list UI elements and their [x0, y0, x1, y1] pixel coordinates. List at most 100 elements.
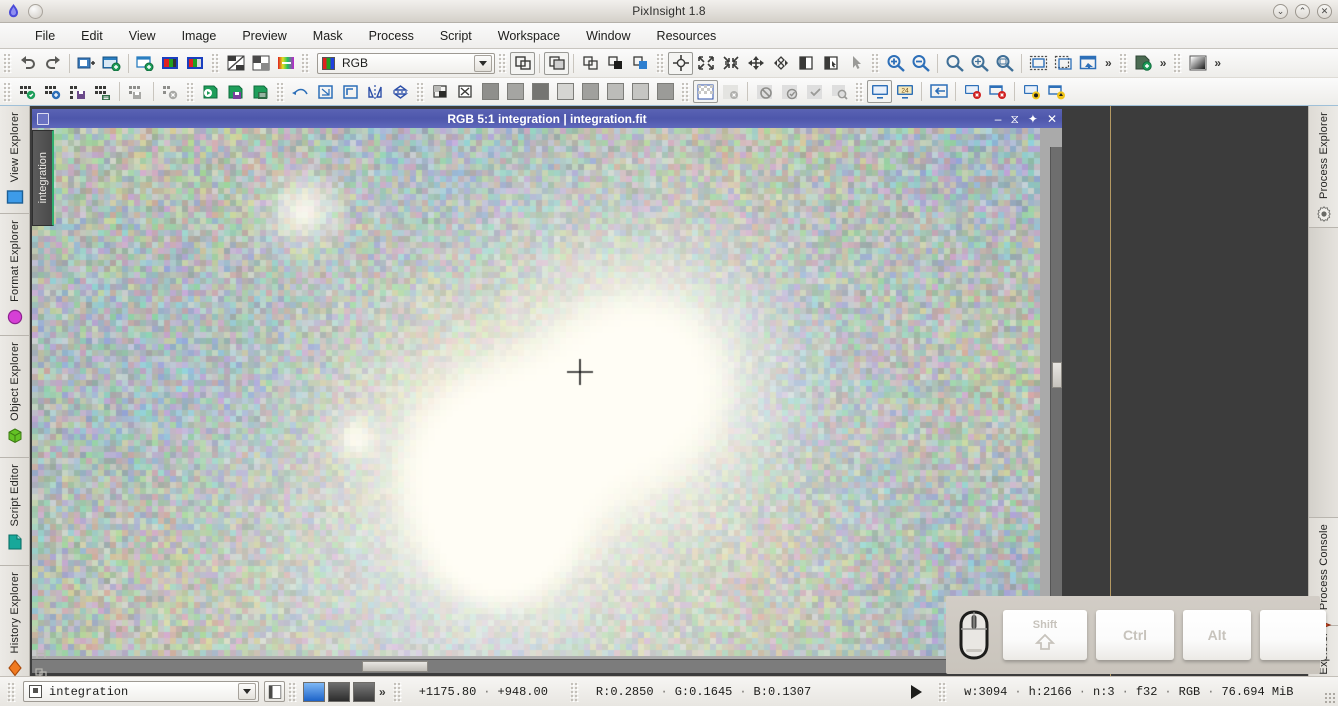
screen-24bit-icon[interactable]: 24 — [892, 80, 917, 103]
open-image-icon[interactable] — [99, 52, 124, 75]
color-space-dropdown[interactable]: RGB — [317, 52, 495, 74]
image-window-titlebar[interactable]: RGB 5:1 integration | integration.fit – … — [32, 109, 1062, 128]
move-target-icon[interactable] — [668, 51, 693, 75]
transparency-disable-icon[interactable] — [752, 80, 777, 103]
sidebar-item-format-explorer[interactable]: Format Explorer — [0, 214, 30, 336]
process-save-alt-icon[interactable] — [124, 80, 149, 103]
toolbar-grip[interactable] — [3, 53, 12, 73]
crop-resize-icon[interactable] — [313, 80, 338, 103]
menu-file[interactable]: File — [22, 26, 68, 46]
toolbar-overflow-1[interactable]: » — [1101, 56, 1116, 70]
minimize-button[interactable]: ⌄ — [1273, 3, 1288, 19]
color-palette-icon[interactable] — [273, 52, 298, 75]
astro-image-canvas[interactable] — [32, 128, 1040, 656]
play-icon[interactable] — [911, 684, 923, 699]
statusbar-grip[interactable] — [288, 681, 297, 702]
toolbar-grip[interactable] — [1118, 53, 1128, 73]
toolbar-overflow-2[interactable]: » — [1156, 56, 1171, 70]
rgb-channels-icon[interactable] — [158, 52, 183, 75]
window-shade-button[interactable]: ⧖ — [1010, 113, 1018, 125]
mask-remove-icon[interactable] — [453, 80, 478, 103]
readout-swatch-dark-2[interactable] — [353, 681, 375, 702]
statusbar-grip[interactable] — [392, 681, 402, 702]
gradient-swatch-icon[interactable] — [1185, 52, 1210, 75]
preview-toggle-button[interactable] — [264, 681, 285, 702]
transparency-apply-icon[interactable] — [777, 80, 802, 103]
close-button[interactable]: ✕ — [1317, 3, 1332, 19]
toolbar-grip[interactable] — [186, 81, 195, 102]
menu-edit[interactable]: Edit — [68, 26, 116, 46]
mirror-vertical-icon[interactable] — [388, 80, 413, 103]
screen-link-icon[interactable] — [1019, 80, 1044, 103]
toolbar-grip[interactable] — [211, 53, 220, 73]
chevron-down-icon[interactable] — [474, 54, 492, 72]
screen-reset-icon[interactable] — [960, 80, 985, 103]
half-shade-icon[interactable] — [793, 52, 818, 75]
mask-gray-3[interactable] — [528, 80, 553, 103]
rotate-flip-icon[interactable] — [288, 80, 313, 103]
toolbar-grip[interactable] — [1173, 53, 1183, 73]
menu-resources[interactable]: Resources — [644, 26, 730, 46]
zoom-fit-window-icon[interactable] — [992, 52, 1017, 75]
process-save-icon[interactable] — [65, 80, 90, 103]
maximize-button[interactable]: ⌃ — [1295, 3, 1310, 19]
menu-workspace[interactable]: Workspace — [485, 26, 573, 46]
window-resize-icon[interactable] — [1076, 52, 1101, 75]
window-maximize-button[interactable]: ✦ — [1028, 113, 1038, 125]
mask-gray-6[interactable] — [603, 80, 628, 103]
process-execute-icon[interactable] — [15, 80, 40, 103]
screen-monitor-icon[interactable] — [867, 80, 892, 103]
transparency-check-icon[interactable] — [802, 80, 827, 103]
sidebar-item-process-explorer[interactable]: Process Explorer — [1309, 106, 1338, 228]
horizontal-scrollbar[interactable] — [32, 659, 1050, 673]
redo-icon[interactable] — [40, 52, 65, 75]
key-blank[interactable] — [1260, 610, 1326, 660]
mask-gray-1[interactable] — [478, 80, 503, 103]
key-ctrl[interactable]: Ctrl — [1096, 610, 1174, 660]
mask-gray-8[interactable] — [653, 80, 678, 103]
sidebar-item-history-explorer[interactable]: History Explorer — [0, 566, 30, 677]
image-canvas-area[interactable] — [32, 128, 1062, 673]
transparency-grid-icon[interactable] — [693, 80, 718, 103]
mask-gray-2[interactable] — [503, 80, 528, 103]
toolbar-grip[interactable] — [498, 53, 507, 73]
sidebar-item-script-editor[interactable]: Script Editor — [0, 458, 30, 566]
fit-window-icon[interactable] — [1026, 52, 1051, 75]
script-run-icon[interactable] — [198, 80, 223, 103]
menu-process[interactable]: Process — [356, 26, 427, 46]
menu-preview[interactable]: Preview — [229, 26, 299, 46]
toolbar-grip[interactable] — [301, 53, 310, 73]
pan-diamond-icon[interactable] — [768, 52, 793, 75]
zoom-out-icon[interactable] — [908, 52, 933, 75]
crop-icon[interactable] — [338, 80, 363, 103]
menu-image[interactable]: Image — [169, 26, 230, 46]
mask-gray-5[interactable] — [578, 80, 603, 103]
statusbar-grip[interactable] — [7, 681, 16, 702]
toolbar-overflow-3[interactable]: » — [1210, 56, 1225, 70]
half-shade-cursor-icon[interactable] — [818, 52, 843, 75]
mask-gray-7[interactable] — [628, 80, 653, 103]
screen-transfer-apply-icon[interactable] — [926, 80, 951, 103]
script-save-icon[interactable] — [223, 80, 248, 103]
sidebar-item-view-explorer[interactable]: View Explorer — [0, 106, 30, 214]
undo-icon[interactable] — [15, 52, 40, 75]
mask-overlap-icon[interactable] — [578, 52, 603, 75]
chevron-down-icon[interactable] — [238, 683, 256, 700]
new-image-window-icon[interactable] — [74, 52, 99, 75]
screen-reset-all-icon[interactable] — [985, 80, 1010, 103]
toolbar-grip[interactable] — [656, 53, 665, 73]
rgb-channels-alt-icon[interactable] — [183, 52, 208, 75]
menu-view[interactable]: View — [116, 26, 169, 46]
process-list-icon[interactable] — [90, 80, 115, 103]
menu-script[interactable]: Script — [427, 26, 485, 46]
pointer-arrow-icon[interactable] — [843, 52, 868, 75]
horizontal-scrollbar-thumb[interactable] — [362, 661, 428, 672]
menu-mask[interactable]: Mask — [300, 26, 356, 46]
image-window-tab[interactable]: integration — [32, 130, 54, 226]
histogram-transform-icon[interactable] — [223, 52, 248, 75]
sidebar-item-object-explorer[interactable]: Object Explorer — [0, 336, 30, 458]
select-overlap-icon[interactable] — [510, 51, 535, 75]
screen-transfer-icon[interactable] — [248, 52, 273, 75]
script-list-icon[interactable] — [248, 80, 273, 103]
new-process-icon[interactable] — [1131, 52, 1156, 75]
